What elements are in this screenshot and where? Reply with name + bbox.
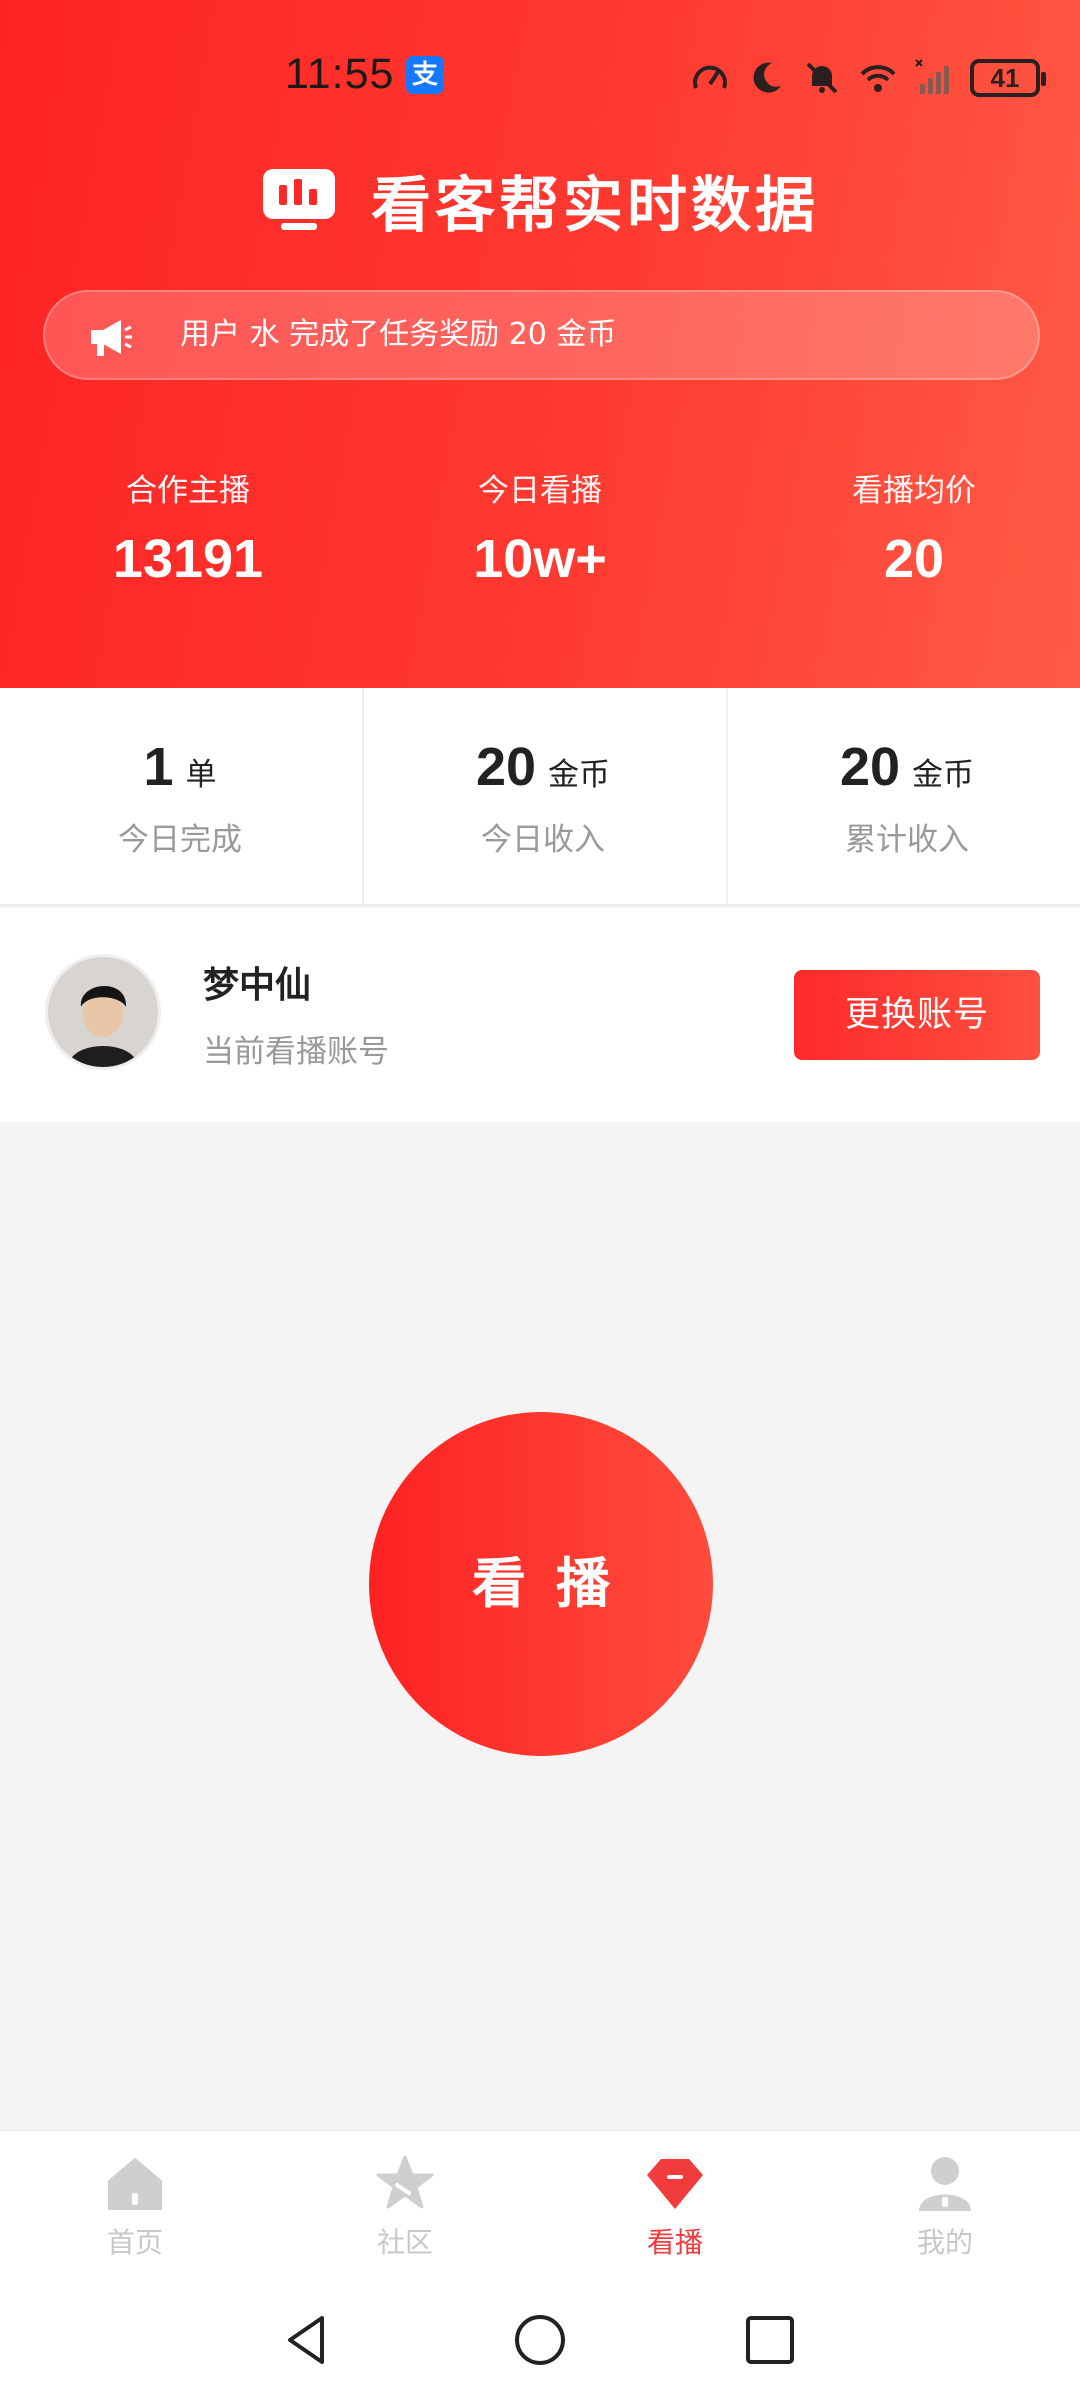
summary-number: 20 bbox=[839, 737, 901, 797]
tab-label: 看播 bbox=[646, 2226, 703, 2259]
account-subtitle: 当前看播账号 bbox=[203, 1034, 389, 1070]
summary-label: 今日完成 bbox=[118, 822, 242, 858]
system-navigation-bar bbox=[0, 2280, 1080, 2400]
person-icon bbox=[919, 2157, 971, 2211]
watch-stream-button[interactable]: 看播 bbox=[369, 1412, 713, 1756]
tab-profile[interactable]: 我的 bbox=[865, 2153, 1025, 2261]
stat-value: 10w+ bbox=[473, 529, 607, 589]
stat-value: 20 bbox=[883, 529, 945, 589]
tab-home[interactable]: 首页 bbox=[55, 2153, 215, 2261]
summary-unit: 金币 bbox=[912, 757, 975, 793]
page-title: 看客帮实时数据 bbox=[371, 170, 819, 241]
tab-label: 我的 bbox=[916, 2226, 973, 2259]
status-bar: 11:55 支 41 bbox=[0, 50, 1080, 110]
summary-unit: 单 bbox=[185, 757, 217, 793]
switch-account-button[interactable]: 更换账号 bbox=[794, 970, 1040, 1060]
stat-today-views: 今日看播 10w+ bbox=[390, 465, 690, 590]
status-time: 11:55 bbox=[285, 50, 395, 98]
tab-watch[interactable]: 看播 bbox=[595, 2153, 755, 2261]
bottom-tab-bar: 首页 社区 看播 我的 bbox=[0, 2130, 1080, 2280]
tab-label: 社区 bbox=[376, 2226, 433, 2259]
summary-number: 1 bbox=[143, 737, 174, 797]
stat-average-price: 看播均价 20 bbox=[764, 465, 1064, 590]
tab-label: 首页 bbox=[106, 2226, 163, 2259]
summary-today-completed: 1单 今日完成 bbox=[0, 688, 360, 906]
chart-board-icon bbox=[263, 169, 335, 230]
home-circle-icon[interactable] bbox=[512, 2312, 568, 2368]
stat-label: 看播均价 bbox=[852, 473, 976, 509]
summary-number: 20 bbox=[475, 737, 537, 797]
earnings-summary: 1单 今日完成 20 金币 今日收入 20 金币 累计收入 bbox=[0, 688, 1080, 906]
announcement-ticker[interactable]: 用户 水 完成了任务奖励 20 金币 bbox=[43, 290, 1040, 380]
gem-icon bbox=[647, 2159, 703, 2209]
summary-unit: 金币 bbox=[548, 757, 611, 793]
ticker-message: 用户 水 完成了任务奖励 20 金币 bbox=[180, 317, 617, 352]
stat-value: 13191 bbox=[112, 529, 264, 589]
summary-label: 今日收入 bbox=[481, 822, 605, 858]
stat-partner-streamers: 合作主播 13191 bbox=[38, 465, 338, 590]
avatar bbox=[45, 954, 161, 1070]
recent-apps-icon[interactable] bbox=[742, 2312, 798, 2368]
megaphone-icon bbox=[91, 320, 132, 356]
battery-indicator: 41 bbox=[970, 59, 1046, 97]
header-banner: 11:55 支 41 看客帮实时数据 用户 水 完成了任务奖励 20 金币 合作… bbox=[0, 0, 1080, 688]
summary-today-income: 20 金币 今日收入 bbox=[362, 688, 722, 906]
account-name: 梦中仙 bbox=[203, 965, 312, 1006]
wifi-icon bbox=[860, 65, 896, 92]
stat-label: 今日看播 bbox=[478, 473, 602, 509]
signal-icon bbox=[915, 59, 949, 94]
home-icon bbox=[108, 2158, 162, 2210]
bell-muted-icon bbox=[806, 62, 838, 94]
tab-community[interactable]: 社区 bbox=[325, 2153, 485, 2261]
summary-total-income: 20 金币 累计收入 bbox=[726, 688, 1080, 906]
back-icon[interactable] bbox=[280, 2312, 336, 2368]
speedometer-icon bbox=[693, 65, 727, 89]
alipay-notification-icon: 支 bbox=[406, 56, 444, 94]
current-account-card: 梦中仙 当前看播账号 更换账号 bbox=[0, 908, 1080, 1122]
star-icon bbox=[376, 2155, 434, 2209]
summary-label: 累计收入 bbox=[845, 822, 969, 858]
stat-label: 合作主播 bbox=[126, 473, 250, 509]
moon-icon bbox=[753, 62, 781, 93]
